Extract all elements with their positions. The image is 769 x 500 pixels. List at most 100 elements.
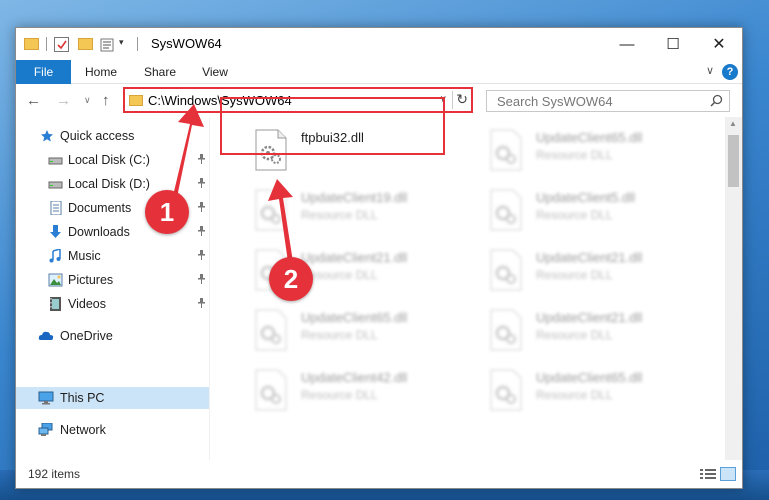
network-icon <box>38 422 53 437</box>
pin-icon[interactable] <box>197 202 206 215</box>
file-type: Resource DLL <box>301 328 378 342</box>
properties-check-icon[interactable] <box>54 37 69 52</box>
expand-ribbon-icon[interactable]: ∨ <box>706 64 714 77</box>
file-name: UpdateClient65.dll <box>536 370 643 385</box>
pin-icon[interactable] <box>197 226 206 239</box>
sidebar-item-label: Downloads <box>68 225 130 239</box>
details-view-icon[interactable] <box>700 468 716 481</box>
pin-icon[interactable] <box>197 250 206 263</box>
dll-file-icon <box>254 369 288 411</box>
sidebar-item-label: Local Disk (C:) <box>68 153 150 167</box>
sidebar-item-onedrive[interactable]: OneDrive <box>16 325 210 347</box>
sidebar-item-this-pc[interactable]: This PC <box>16 387 210 409</box>
file-type: Resource DLL <box>536 268 613 282</box>
file-tile[interactable]: UpdateClient21.dll Resource DLL <box>234 241 464 297</box>
file-type: Resource DLL <box>536 388 613 402</box>
file-tile[interactable]: UpdateClient65.dll Resource DLL <box>469 361 699 417</box>
sidebar-item-local-disk-c[interactable]: Local Disk (C:) <box>16 149 210 171</box>
pin-icon[interactable] <box>197 298 206 311</box>
large-icons-view-icon[interactable] <box>720 467 736 481</box>
file-name: UpdateClient65.dll <box>536 130 643 145</box>
sidebar-item-label: Local Disk (D:) <box>68 177 150 191</box>
scroll-thumb[interactable] <box>728 135 739 187</box>
file-type: Resource DLL <box>536 208 613 222</box>
help-icon[interactable]: ? <box>722 64 738 80</box>
sidebar-item-network[interactable]: Network <box>16 419 210 441</box>
vertical-scrollbar[interactable]: ▲ <box>725 117 742 462</box>
file-name: UpdateClient21.dll <box>301 250 408 265</box>
back-button[interactable]: ← <box>26 92 41 109</box>
step-1-badge: 1 <box>145 190 189 234</box>
maximize-button[interactable]: ☐ <box>650 28 696 60</box>
pin-icon[interactable] <box>197 274 206 287</box>
search-icon[interactable] <box>710 94 723 110</box>
file-tile[interactable]: UpdateClient19.dll Resource DLL <box>234 181 464 237</box>
window-title: SysWOW64 <box>151 36 222 51</box>
file-type: Resource DLL <box>301 208 378 222</box>
search-input[interactable]: Search SysWOW64 <box>486 90 730 112</box>
forward-button[interactable]: → <box>56 92 71 109</box>
pictures-icon <box>48 273 63 287</box>
pin-icon[interactable] <box>197 178 206 191</box>
file-name: UpdateClient42.dll <box>301 370 408 385</box>
tab-file[interactable]: File <box>16 60 71 84</box>
file-tile[interactable]: UpdateClient5.dll Resource DLL <box>469 181 699 237</box>
dll-file-icon <box>254 189 288 231</box>
file-tile[interactable]: UpdateClient42.dll Resource DLL <box>234 361 464 417</box>
drive-icon <box>48 177 63 191</box>
file-type: Resource DLL <box>301 388 378 402</box>
pin-icon[interactable] <box>197 154 206 167</box>
properties-icon[interactable] <box>100 38 114 52</box>
file-tile[interactable]: UpdateClient21.dll Resource DLL <box>469 301 699 357</box>
new-folder-icon[interactable] <box>78 38 93 50</box>
sidebar-item-music[interactable]: Music <box>16 245 210 267</box>
sidebar-item-videos[interactable]: Videos <box>16 293 210 315</box>
folder-icon[interactable] <box>24 38 39 50</box>
sidebar-item-quick-access[interactable]: Quick access <box>16 125 210 147</box>
file-name: UpdateClient21.dll <box>536 310 643 325</box>
status-bar: 192 items <box>16 460 742 488</box>
star-icon <box>40 129 55 143</box>
file-highlight-box <box>220 97 445 155</box>
up-button[interactable]: ↑ <box>102 92 110 109</box>
file-tile[interactable]: UpdateClient65.dll Resource DLL <box>234 301 464 357</box>
file-tile[interactable]: UpdateClient21.dll Resource DLL <box>469 241 699 297</box>
tab-view[interactable]: View <box>192 60 238 84</box>
sidebar-item-label: OneDrive <box>60 329 113 343</box>
folder-icon <box>129 95 143 106</box>
sidebar-item-local-disk-d[interactable]: Local Disk (D:) <box>16 173 210 195</box>
file-name: UpdateClient65.dll <box>301 310 408 325</box>
dll-file-icon <box>489 249 523 291</box>
computer-icon <box>38 391 54 405</box>
file-name: UpdateClient5.dll <box>536 190 636 205</box>
sidebar-item-pictures[interactable]: Pictures <box>16 269 210 291</box>
file-tile[interactable]: UpdateClient65.dll Resource DLL <box>469 121 699 177</box>
videos-icon <box>48 297 63 311</box>
downloads-icon <box>48 225 63 239</box>
scroll-up-icon[interactable]: ▲ <box>729 119 737 128</box>
recent-locations-icon[interactable]: ∨ <box>84 95 91 106</box>
item-count: 192 items <box>28 467 81 481</box>
refresh-button[interactable]: ↻ <box>452 91 468 109</box>
dll-file-icon <box>489 129 523 171</box>
minimize-button[interactable]: — <box>604 28 650 60</box>
file-type: Resource DLL <box>536 148 613 162</box>
quick-access-dropdown-icon[interactable]: ▾ <box>119 37 124 53</box>
sidebar-item-label: Network <box>60 423 106 437</box>
ribbon-tabs: File Home Share View ∨ ? <box>16 60 742 84</box>
file-name: UpdateClient19.dll <box>301 190 408 205</box>
dll-file-icon <box>254 309 288 351</box>
music-icon <box>48 248 63 263</box>
title-bar: ▾ SysWOW64 — ☐ ✕ <box>16 28 742 60</box>
documents-icon <box>48 200 63 216</box>
close-button[interactable]: ✕ <box>696 28 742 60</box>
tab-share[interactable]: Share <box>137 60 183 84</box>
title-divider <box>137 37 138 51</box>
file-type: Resource DLL <box>536 328 613 342</box>
tab-home[interactable]: Home <box>78 60 124 84</box>
sidebar-item-label: Videos <box>68 297 106 311</box>
dll-file-icon <box>489 189 523 231</box>
cloud-icon <box>38 329 54 343</box>
sidebar-item-label: This PC <box>60 391 105 405</box>
navigation-pane: Quick access Local Disk (C:) Local Disk … <box>16 117 210 462</box>
